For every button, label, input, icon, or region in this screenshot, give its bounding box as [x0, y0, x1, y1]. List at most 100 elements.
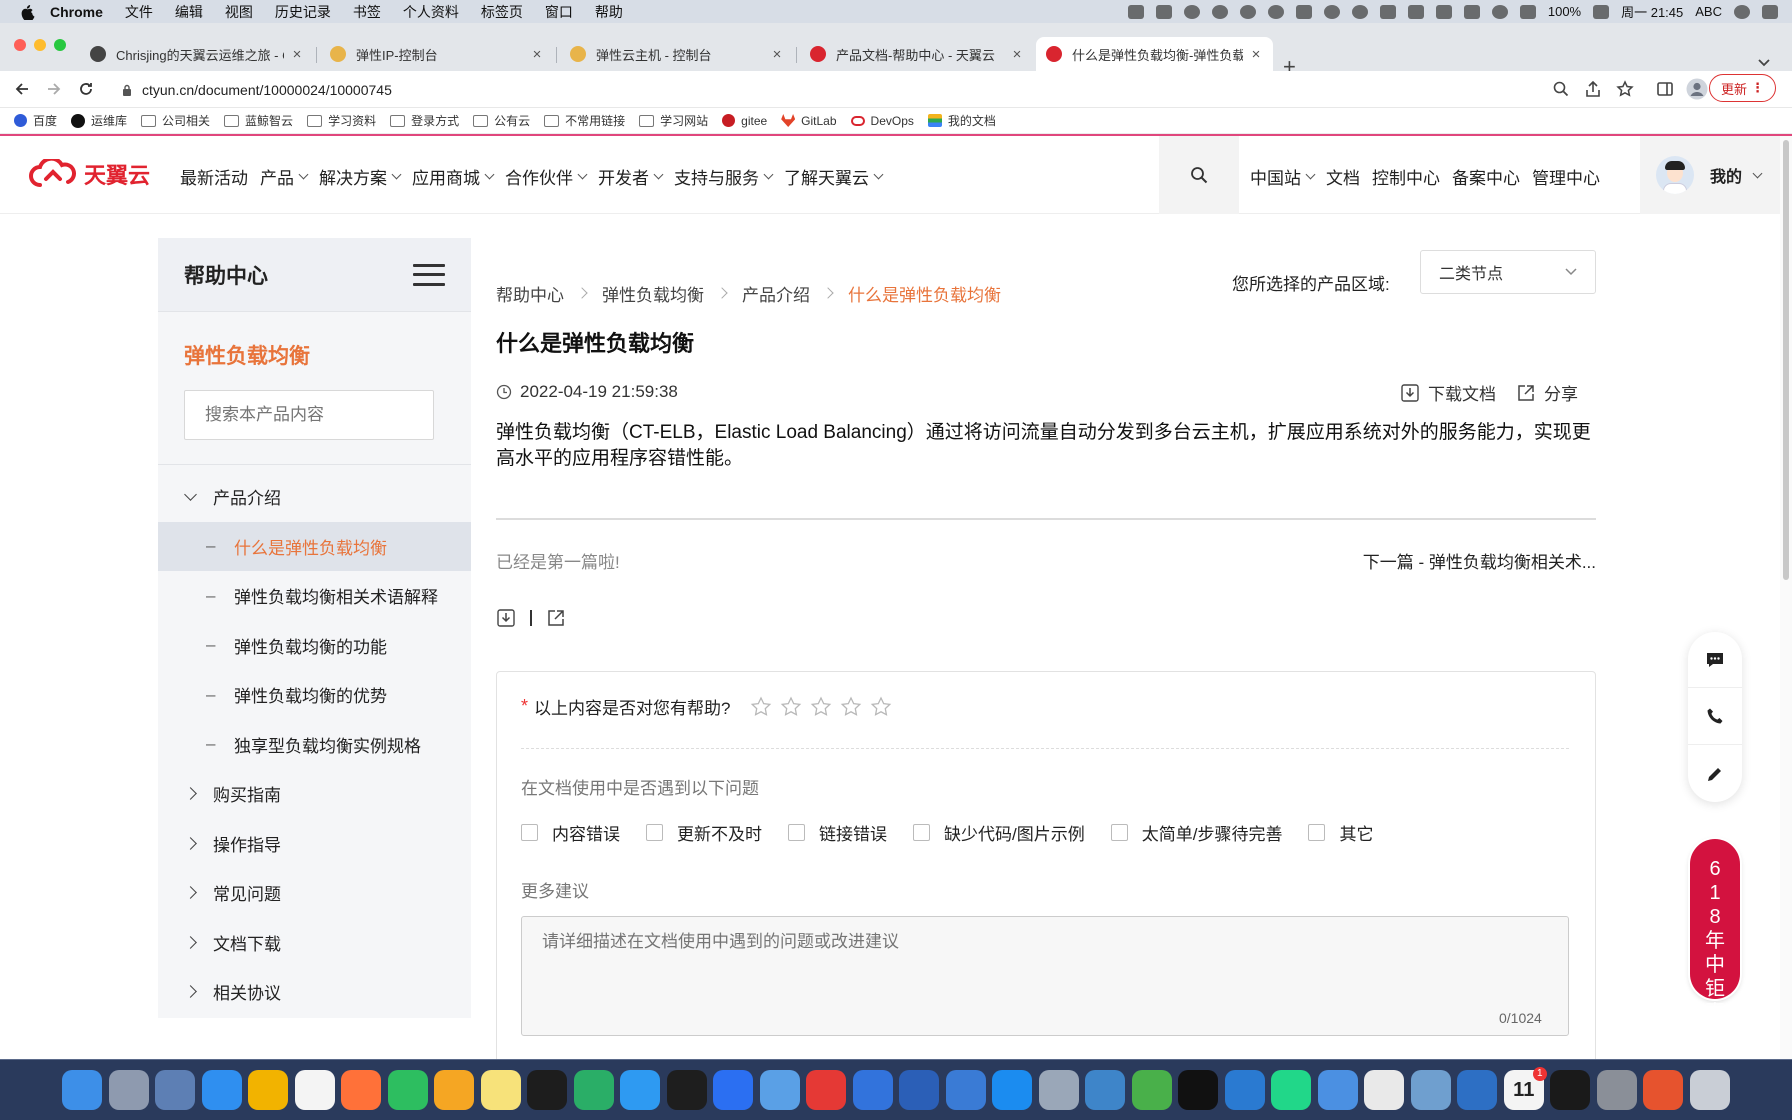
url-text[interactable]: ctyun.cn/document/10000024/10000745	[142, 82, 392, 98]
sidepanel-icon[interactable]	[1656, 80, 1674, 98]
battery-icon[interactable]	[1593, 4, 1610, 19]
remote-icon[interactable]	[1457, 1070, 1498, 1110]
nav-china-site[interactable]: 中国站	[1250, 164, 1316, 189]
share-page-icon[interactable]	[1584, 80, 1602, 98]
apple-icon[interactable]	[20, 4, 36, 20]
iterm-icon[interactable]	[1178, 1070, 1219, 1110]
checkbox[interactable]	[1110, 824, 1128, 841]
page-scrollbar[interactable]	[1780, 136, 1792, 1059]
option-outdated[interactable]: 更新不及时	[646, 820, 762, 845]
breadcrumb-elb[interactable]: 弹性负载均衡	[602, 281, 704, 306]
zoom-icon[interactable]	[1552, 80, 1570, 98]
launchpad-icon[interactable]	[108, 1070, 149, 1110]
textedit-icon[interactable]	[1364, 1070, 1405, 1110]
menu-view[interactable]: 视图	[225, 2, 253, 22]
wechat-status-icon[interactable]	[1183, 4, 1200, 19]
wifi-icon[interactable]	[1491, 4, 1508, 19]
update-button[interactable]: 更新 ⋮	[1709, 74, 1776, 102]
spotlight-icon[interactable]	[1734, 4, 1750, 19]
trash-icon[interactable]	[1689, 1070, 1730, 1110]
phone-button[interactable]	[1688, 689, 1742, 745]
search-status-icon[interactable]	[1323, 4, 1340, 19]
option-content-error[interactable]: 内容错误	[521, 820, 620, 845]
screen-record-icon[interactable]	[1407, 4, 1424, 19]
nav-products[interactable]: 产品	[260, 164, 309, 189]
site-search-button[interactable]	[1159, 136, 1239, 214]
evernote-icon[interactable]	[387, 1070, 428, 1110]
finder-icon[interactable]	[62, 1070, 103, 1110]
nav-solutions[interactable]: 解决方案	[319, 164, 402, 189]
messages-icon[interactable]	[620, 1070, 661, 1110]
sidebar-section-intro[interactable]: 产品介绍	[158, 472, 471, 522]
tab-2[interactable]: 弹性云主机 - 控制台 ×	[560, 37, 794, 71]
nav-docs[interactable]: 文档	[1326, 164, 1360, 189]
dingtalk-icon[interactable]	[992, 1070, 1033, 1110]
option-missing-examples[interactable]: 缺少代码/图片示例	[913, 820, 1085, 845]
nav-about[interactable]: 了解天翼云	[784, 164, 884, 189]
bookmark-folder-learning-sites[interactable]: 学习网站	[639, 112, 708, 129]
activity-monitor-icon[interactable]	[1550, 1070, 1591, 1110]
word-icon[interactable]	[899, 1070, 940, 1110]
feishu-icon[interactable]	[713, 1070, 754, 1110]
shield-status-icon[interactable]	[1211, 4, 1228, 19]
forward-arrow-icon[interactable]	[46, 81, 62, 97]
bookmark-my-docs[interactable]: 我的文档	[927, 112, 996, 129]
lock-icon[interactable]	[122, 84, 132, 97]
star-icon[interactable]	[780, 696, 802, 718]
sidebar-item-terms[interactable]: – 弹性负载均衡相关术语解释	[158, 571, 471, 621]
bookmark-folder-public-cloud[interactable]: 公有云	[473, 112, 530, 129]
window-minimize-button[interactable]	[34, 39, 46, 51]
bookmark-ops-lib[interactable]: 运维库	[71, 112, 127, 129]
calendar-icon[interactable]: 11 1	[1503, 1067, 1547, 1110]
nav-management[interactable]: 管理中心	[1532, 164, 1600, 189]
share-button[interactable]: 分享	[1516, 380, 1578, 405]
sidebar-item-dedicated-specs[interactable]: – 独享型负载均衡实例规格	[158, 720, 471, 770]
menu-help[interactable]: 帮助	[595, 2, 623, 22]
tab-close-icon[interactable]: ×	[1010, 46, 1024, 63]
tab-3[interactable]: 产品文档-帮助中心 - 天翼云 ×	[800, 37, 1034, 71]
breadcrumb-help-center[interactable]: 帮助中心	[496, 281, 564, 306]
terminal-icon[interactable]	[666, 1070, 707, 1110]
bookmark-devops[interactable]: DevOps	[850, 114, 914, 128]
download-icon[interactable]	[496, 608, 516, 628]
chrome-icon[interactable]	[248, 1070, 289, 1110]
download-doc-button[interactable]: 下载文档	[1400, 380, 1496, 405]
nav-support[interactable]: 支持与服务	[674, 164, 774, 189]
tab-close-icon[interactable]: ×	[530, 46, 544, 63]
sidebar-item-features[interactable]: – 弹性负载均衡的功能	[158, 621, 471, 671]
tab-4-active[interactable]: 什么是弹性负载均衡-弹性负载均 ×	[1036, 37, 1273, 71]
window-close-button[interactable]	[14, 39, 26, 51]
scrollbar-thumb[interactable]	[1783, 140, 1789, 580]
sidebar-section-faq[interactable]: 常见问题	[158, 868, 471, 918]
share-icon[interactable]	[546, 608, 566, 628]
volume-icon[interactable]	[1519, 4, 1536, 19]
breadcrumb-intro[interactable]: 产品介绍	[742, 281, 810, 306]
checkbox[interactable]	[1308, 824, 1326, 841]
star-icon[interactable]	[750, 696, 772, 718]
quicktime-icon[interactable]	[1085, 1070, 1126, 1110]
user-menu[interactable]: 我的	[1640, 136, 1792, 214]
region-select[interactable]: 二类节点	[1420, 250, 1596, 294]
bookmark-folder-company[interactable]: 公司相关	[141, 112, 210, 129]
wps-icon[interactable]	[806, 1070, 847, 1110]
sidebar-search-input[interactable]	[184, 390, 434, 440]
sidebar-section-agreements[interactable]: 相关协议	[158, 967, 471, 1017]
address-bar[interactable]: ctyun.cn/document/10000024/10000745	[120, 75, 1640, 105]
edit-button[interactable]	[1688, 746, 1742, 802]
menu-tab[interactable]: 标签页	[481, 2, 523, 22]
menu-window[interactable]: 窗口	[545, 2, 573, 22]
clock[interactable]: 周一 21:45	[1621, 2, 1683, 21]
infuse-icon[interactable]	[1131, 1070, 1172, 1110]
reload-icon[interactable]	[78, 81, 94, 97]
firefox-icon[interactable]	[341, 1070, 382, 1110]
safari-icon[interactable]	[201, 1070, 242, 1110]
promo-618-badge[interactable]: 618年中钜惠	[1690, 839, 1740, 1024]
system-prefs-icon[interactable]	[1596, 1070, 1637, 1110]
display-status-icon[interactable]	[1435, 4, 1452, 19]
nav-latest-events[interactable]: 最新活动	[180, 164, 248, 189]
bookmark-folder-uncommon[interactable]: 不常用链接	[544, 112, 625, 129]
checkbox[interactable]	[521, 824, 538, 841]
star-icon[interactable]	[810, 696, 832, 718]
wechat-icon[interactable]	[573, 1070, 614, 1110]
profile-icon[interactable]	[1686, 78, 1708, 100]
